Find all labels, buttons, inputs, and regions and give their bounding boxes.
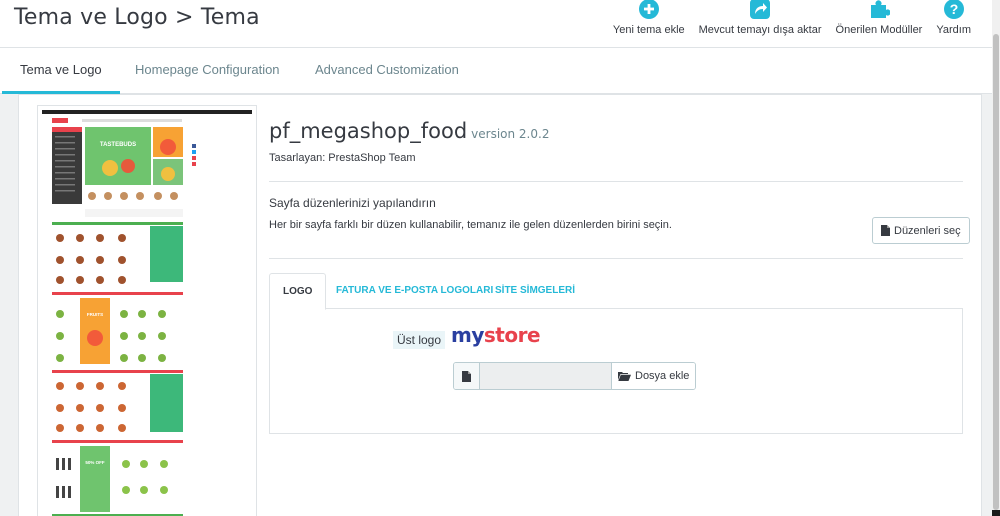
add-file-label: Dosya ekle (635, 370, 690, 382)
store-logo-store: store (483, 323, 541, 347)
tab-logo[interactable]: LOGO (269, 273, 327, 310)
divider (269, 258, 963, 259)
theme-preview-image: TASTEBUDS FRUITS 50% OFF (42, 110, 252, 516)
logo-file-input[interactable] (480, 363, 611, 389)
folder-open-icon (618, 372, 631, 381)
layout-config-description: Her bir sayfa farklı bir düzen kullanabi… (269, 219, 672, 231)
theme-version: version 2.0.2 (471, 127, 550, 141)
tab-homepage-configuration[interactable]: Homepage Configuration (117, 48, 298, 94)
preview-offer-text: 50% OFF (85, 460, 105, 465)
choose-layouts-label: Düzenleri seç (894, 224, 961, 237)
theme-author: Tasarlayan: PrestaShop Team (269, 152, 416, 164)
add-theme-label: Yeni tema ekle (612, 24, 685, 36)
plus-circle-icon (638, 0, 660, 20)
header-logo-label: Üst logo (393, 331, 446, 349)
scroll-down-arrow[interactable] (992, 510, 1000, 516)
store-logo-my: my (451, 323, 484, 347)
share-icon (749, 0, 771, 20)
recommended-modules-button[interactable]: Önerilen Modüller (829, 0, 930, 36)
tab-site-icons[interactable]: SİTE SİMGELERİ (482, 273, 588, 309)
file-icon (454, 363, 480, 389)
help-button[interactable]: ? Yardım (929, 0, 978, 36)
store-logo: mystore (451, 323, 541, 347)
preview-fruits-text: FRUITS (87, 312, 103, 317)
logo-upload-group: Dosya ekle (453, 362, 697, 390)
page-scrollbar[interactable] (992, 0, 1000, 516)
choose-layouts-button[interactable]: Düzenleri seç (872, 217, 970, 244)
toolbar: Yeni tema ekle Mevcut temayı dışa aktar … (606, 0, 978, 36)
recommended-modules-label: Önerilen Modüller (835, 24, 923, 36)
export-theme-button[interactable]: Mevcut temayı dışa aktar (692, 0, 829, 36)
help-label: Yardım (936, 24, 971, 36)
theme-panel: TASTEBUDS FRUITS 50% OFF pf_megashop_foo… (18, 94, 982, 516)
logo-tabs: LOGO FATURA VE E-POSTA LOGOLARI SİTE SİM… (269, 273, 963, 310)
theme-name: pf_megashop_food version 2.0.2 (269, 119, 549, 143)
page-header: Tema ve Logo > Tema Yeni tema ekle Mevcu… (0, 0, 992, 48)
theme-preview: TASTEBUDS FRUITS 50% OFF (37, 105, 257, 516)
tab-invoice-email-logos[interactable]: FATURA VE E-POSTA LOGOLARI (323, 273, 506, 309)
main-tabs: Tema ve Logo Homepage Configuration Adva… (0, 48, 992, 94)
file-icon (881, 225, 890, 236)
preview-banner-text: TASTEBUDS (100, 142, 136, 148)
scrollbar-thumb[interactable] (993, 34, 999, 510)
add-theme-button[interactable]: Yeni tema ekle (606, 0, 692, 36)
divider (269, 181, 963, 182)
export-theme-label: Mevcut temayı dışa aktar (698, 24, 822, 36)
svg-text:?: ? (949, 1, 958, 17)
theme-title: pf_megashop_food (269, 119, 468, 143)
layout-config-title: Sayfa düzenlerinizi yapılandırın (269, 196, 436, 210)
add-file-button[interactable]: Dosya ekle (611, 363, 696, 389)
tab-theme-logo[interactable]: Tema ve Logo (2, 48, 120, 94)
puzzle-icon (868, 0, 890, 20)
tab-advanced-customization[interactable]: Advanced Customization (297, 48, 477, 94)
help-icon: ? (943, 0, 965, 20)
page-title: Tema ve Logo > Tema (14, 5, 260, 30)
